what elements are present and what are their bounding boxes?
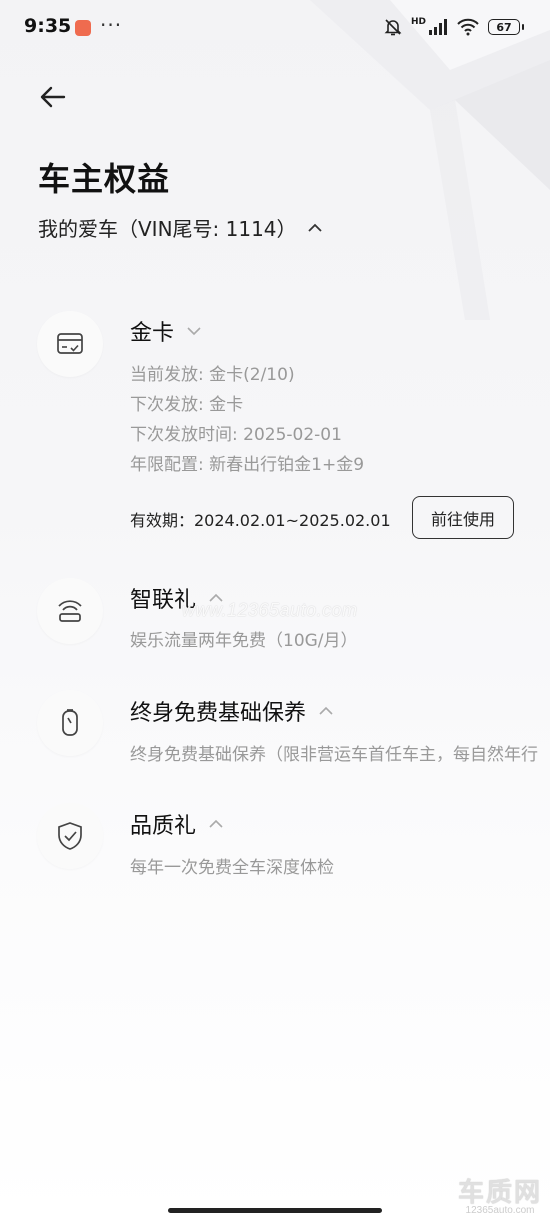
benefit-detail: 终身免费基础保养（限非营运车首任车主，每自然年行 bbox=[130, 745, 538, 765]
benefit-detail: 每年一次免费全车深度体检 bbox=[130, 858, 334, 878]
status-icons: HD 67 bbox=[383, 17, 524, 37]
shield-check-icon bbox=[37, 803, 103, 869]
benefit-title-label: 金卡 bbox=[130, 321, 175, 346]
watermark-logo-text: 车质网 bbox=[457, 1178, 542, 1208]
wifi-icon bbox=[457, 18, 479, 36]
status-bar: 9:35 ··· HD 67 bbox=[0, 0, 550, 56]
benefit-detail: 下次发放: 金卡 bbox=[130, 395, 244, 415]
benefit-title-gold-card[interactable]: 金卡 bbox=[130, 315, 202, 347]
notification-app-icon bbox=[75, 20, 91, 36]
benefit-title-quality[interactable]: 品质礼 bbox=[130, 808, 224, 840]
chevron-down-icon bbox=[187, 327, 201, 336]
status-time: 9:35 bbox=[24, 15, 72, 37]
mute-bell-icon bbox=[384, 19, 402, 36]
go-use-button[interactable]: 前往使用 bbox=[412, 496, 514, 539]
benefit-title-label: 品质礼 bbox=[130, 814, 197, 839]
benefit-detail: 下次发放时间: 2025-02-01 bbox=[130, 425, 342, 445]
benefit-title-label: 终身免费基础保养 bbox=[130, 701, 307, 726]
car-selector[interactable]: 我的爱车（VIN尾号: 1114） bbox=[38, 213, 323, 242]
benefit-detail: 年限配置: 新春出行铂金1+金9 bbox=[130, 455, 365, 475]
benefit-detail: 娱乐流量两年免费（10G/月） bbox=[130, 631, 358, 651]
more-notifications-icon: ··· bbox=[100, 13, 123, 37]
chevron-up-icon bbox=[209, 819, 223, 828]
maintenance-icon bbox=[37, 690, 103, 756]
page-title: 车主权益 bbox=[38, 160, 171, 198]
benefit-detail: 当前发放: 金卡(2/10) bbox=[130, 365, 295, 385]
network-hd-label: HD bbox=[410, 17, 426, 27]
car-selector-label: 我的爱车（VIN尾号: 1114） bbox=[38, 217, 297, 241]
chevron-up-icon bbox=[319, 706, 333, 715]
watermark-text: www.12365auto.com bbox=[182, 600, 358, 620]
back-arrow-icon[interactable] bbox=[36, 80, 70, 114]
connectivity-icon bbox=[37, 578, 103, 644]
watermark-logo: 车质网 12365auto.com bbox=[458, 1172, 542, 1216]
chevron-up-icon bbox=[307, 223, 322, 232]
battery-icon: 67 bbox=[488, 19, 524, 35]
signal-icon bbox=[429, 19, 447, 35]
home-indicator[interactable] bbox=[168, 1208, 382, 1213]
benefit-title-maintenance[interactable]: 终身免费基础保养 bbox=[130, 695, 334, 727]
validity-period: 有效期：2024.02.01~2025.02.01 bbox=[130, 511, 391, 530]
watermark-logo-url: 12365auto.com bbox=[465, 1205, 535, 1216]
card-icon bbox=[37, 311, 103, 377]
